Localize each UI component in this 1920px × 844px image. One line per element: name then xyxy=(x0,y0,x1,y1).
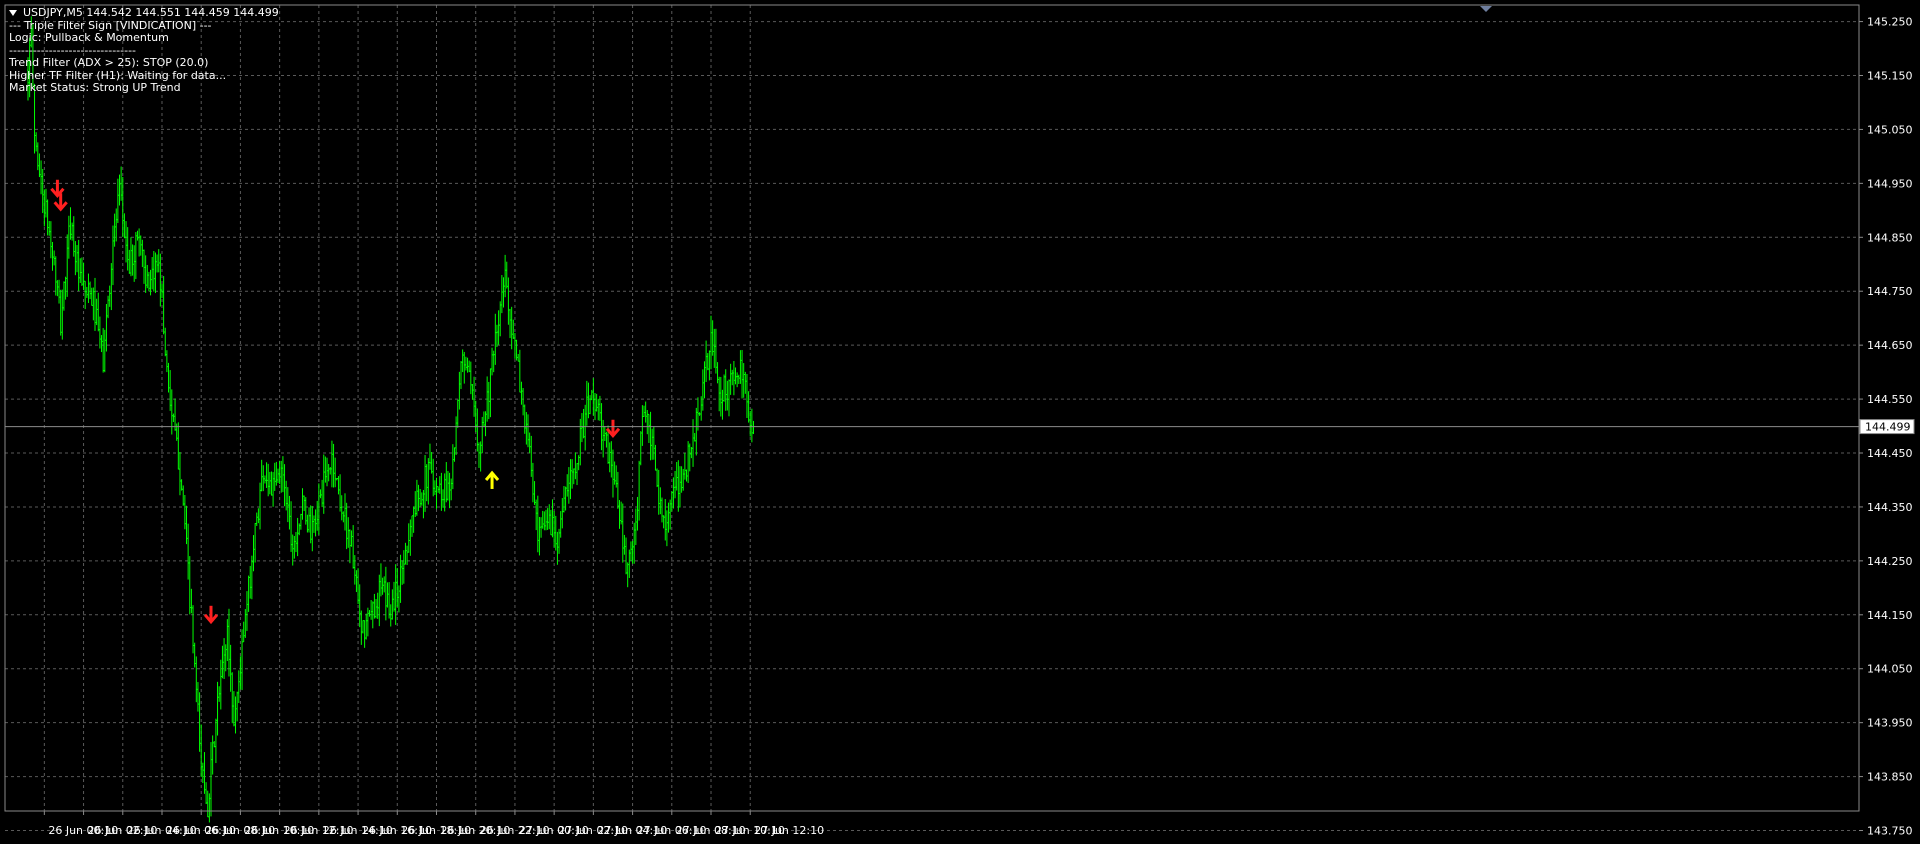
symbol-header: USDJPY,M5 144.542 144.551 144.459 144.49… xyxy=(9,6,279,20)
y-tick-label: 144.250 xyxy=(1867,555,1913,568)
y-tick-label: 144.550 xyxy=(1867,393,1913,406)
chart-background xyxy=(0,0,1920,844)
chart-info-overlay: USDJPY,M5 144.542 144.551 144.459 144.49… xyxy=(9,6,279,95)
y-tick-label: 144.350 xyxy=(1867,501,1913,514)
price-chart[interactable]: 144.499 145.250 145.150 145.050 144.950 144.… xyxy=(0,0,1920,844)
collapse-triangle-icon[interactable] xyxy=(9,10,17,17)
y-tick-label: 144.650 xyxy=(1867,339,1913,352)
current-price-label: 144.499 xyxy=(1865,421,1911,434)
y-tick-label: 145.250 xyxy=(1867,16,1913,29)
chart-window[interactable]: 144.499 145.250 145.150 145.050 144.950 144.… xyxy=(0,0,1920,844)
y-tick-label: 144.950 xyxy=(1867,177,1913,190)
y-tick-label: 144.850 xyxy=(1867,231,1913,244)
trend-filter-status: Trend Filter (ADX > 25): STOP (20.0) xyxy=(9,56,209,69)
y-tick-label: 145.150 xyxy=(1867,70,1913,83)
y-tick-label: 144.750 xyxy=(1867,285,1913,298)
y-tick-label: 144.450 xyxy=(1867,447,1913,460)
y-tick-label: 143.850 xyxy=(1867,771,1913,784)
logic-line: Logic: Pullback & Momentum xyxy=(9,31,169,44)
y-tick-label: 144.150 xyxy=(1867,609,1913,622)
market-status: Market Status: Strong UP Trend xyxy=(9,81,181,94)
symbol-quote: USDJPY,M5 144.542 144.551 144.459 144.49… xyxy=(23,6,279,19)
y-tick-label: 145.050 xyxy=(1867,123,1913,136)
y-tick-label: 144.050 xyxy=(1867,663,1913,676)
y-tick-label: 143.950 xyxy=(1867,717,1913,730)
y-tick-label: 143.750 xyxy=(1867,825,1913,838)
x-tick-label: 27 Jun 12:10 xyxy=(754,824,824,837)
